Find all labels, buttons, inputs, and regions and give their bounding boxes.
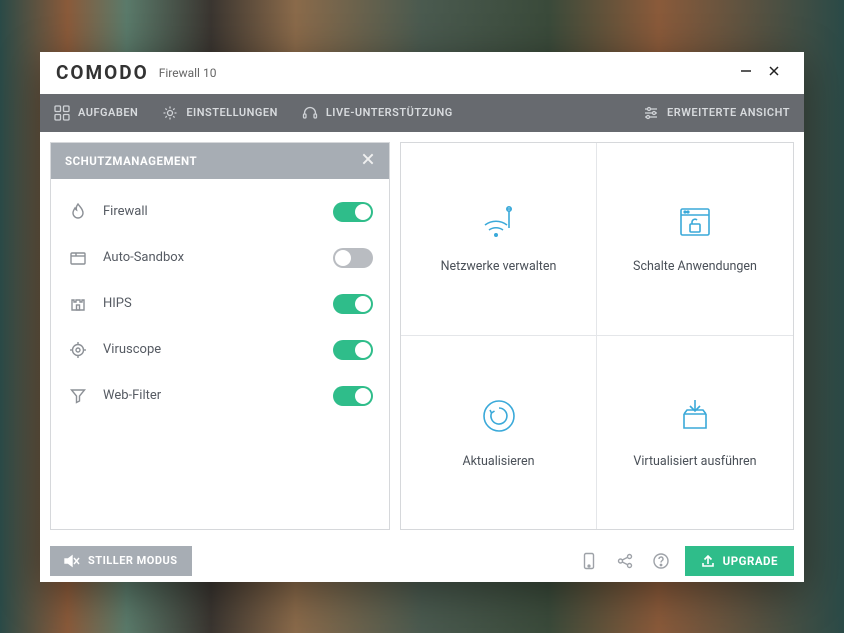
upload-icon [701, 554, 715, 568]
funnel-icon [67, 387, 89, 405]
protection-item-hips: HIPS [67, 281, 373, 327]
brand-logo: COMODO [56, 61, 149, 84]
tile-label: Aktualisieren [462, 454, 534, 469]
titlebar: COMODO Firewall 10 [40, 52, 804, 94]
toolbar-support[interactable]: LIVE-UNTERSTÜTZUNG [302, 105, 453, 121]
toolbar-tasks-label: AUFGABEN [78, 106, 138, 119]
tile-label: Schalte Anwendungen [633, 259, 757, 274]
grid-icon [54, 105, 70, 121]
box-icon [67, 249, 89, 267]
toggle-hips[interactable] [333, 294, 373, 314]
tile-grid: Netzwerke verwalten Schalte Anwendungen … [401, 143, 793, 529]
toolbar-advanced-view[interactable]: ERWEITERTE ANSICHT [643, 105, 790, 121]
protection-panel-header: SCHUTZMANAGEMENT [51, 143, 389, 179]
toolbar-tasks[interactable]: AUFGABEN [54, 105, 138, 121]
help-button[interactable] [649, 552, 673, 570]
flame-icon [67, 202, 89, 222]
tile-run-virtual[interactable]: Virtualisiert ausführen [597, 336, 793, 529]
app-window: COMODO Firewall 10 AUFGABEN EINSTELLUNGE… [40, 52, 804, 582]
upgrade-button[interactable]: UPGRADE [685, 546, 794, 576]
castle-icon [67, 295, 89, 313]
protection-item-label: HIPS [103, 296, 319, 311]
toggle-firewall[interactable] [333, 202, 373, 222]
footer: STILLER MODUS UPGRADE [40, 540, 804, 582]
mobile-button[interactable] [577, 552, 601, 570]
target-icon [67, 341, 89, 359]
help-icon [652, 552, 670, 570]
toolbar-settings[interactable]: EINSTELLUNGEN [162, 105, 278, 121]
protection-item-autosandbox: Auto-Sandbox [67, 235, 373, 281]
headset-icon [302, 105, 318, 121]
close-button[interactable] [760, 65, 788, 81]
gear-icon [162, 105, 178, 121]
protection-item-webfilter: Web-Filter [67, 373, 373, 419]
tile-label: Virtualisiert ausführen [633, 454, 756, 469]
tile-manage-networks[interactable]: Netzwerke verwalten [401, 143, 597, 336]
main-toolbar: AUFGABEN EINSTELLUNGEN LIVE-UNTERSTÜTZUN… [40, 94, 804, 132]
toolbar-settings-label: EINSTELLUNGEN [186, 106, 278, 119]
protection-item-label: Auto-Sandbox [103, 250, 319, 265]
protection-list: Firewall Auto-Sandbox HIPS [51, 179, 389, 429]
brand-product: Firewall 10 [159, 66, 217, 80]
toggle-webfilter[interactable] [333, 386, 373, 406]
share-button[interactable] [613, 552, 637, 570]
refresh-icon [479, 396, 519, 436]
protection-panel-title: SCHUTZMANAGEMENT [65, 154, 197, 168]
protection-panel: SCHUTZMANAGEMENT Firewall A [50, 142, 390, 530]
silent-mode-label: STILLER MODUS [88, 554, 178, 567]
tile-unblock-apps[interactable]: Schalte Anwendungen [597, 143, 793, 336]
protection-item-label: Firewall [103, 204, 319, 219]
unlock-window-icon [675, 203, 715, 241]
upgrade-label: UPGRADE [723, 554, 778, 568]
toolbar-support-label: LIVE-UNTERSTÜTZUNG [326, 106, 453, 119]
mute-icon [64, 554, 80, 568]
sliders-icon [643, 105, 659, 121]
mobile-icon [582, 552, 596, 570]
minimize-icon [740, 65, 752, 77]
protection-item-label: Web-Filter [103, 388, 319, 403]
close-icon [361, 152, 375, 166]
toggle-autosandbox[interactable] [333, 248, 373, 268]
protection-item-firewall: Firewall [67, 189, 373, 235]
body-area: SCHUTZMANAGEMENT Firewall A [40, 132, 804, 540]
tile-update[interactable]: Aktualisieren [401, 336, 597, 529]
protection-item-viruscope: Viruscope [67, 327, 373, 373]
toggle-viruscope[interactable] [333, 340, 373, 360]
protection-panel-close[interactable] [361, 151, 375, 171]
wifi-icon [479, 203, 519, 241]
minimize-button[interactable] [732, 65, 760, 81]
tile-label: Netzwerke verwalten [441, 259, 557, 274]
close-icon [768, 65, 780, 77]
toolbar-advanced-label: ERWEITERTE ANSICHT [667, 106, 790, 119]
tiles-panel: Netzwerke verwalten Schalte Anwendungen … [400, 142, 794, 530]
protection-item-label: Viruscope [103, 342, 319, 357]
download-box-icon [675, 396, 715, 436]
share-icon [616, 552, 634, 570]
silent-mode-button[interactable]: STILLER MODUS [50, 546, 192, 576]
